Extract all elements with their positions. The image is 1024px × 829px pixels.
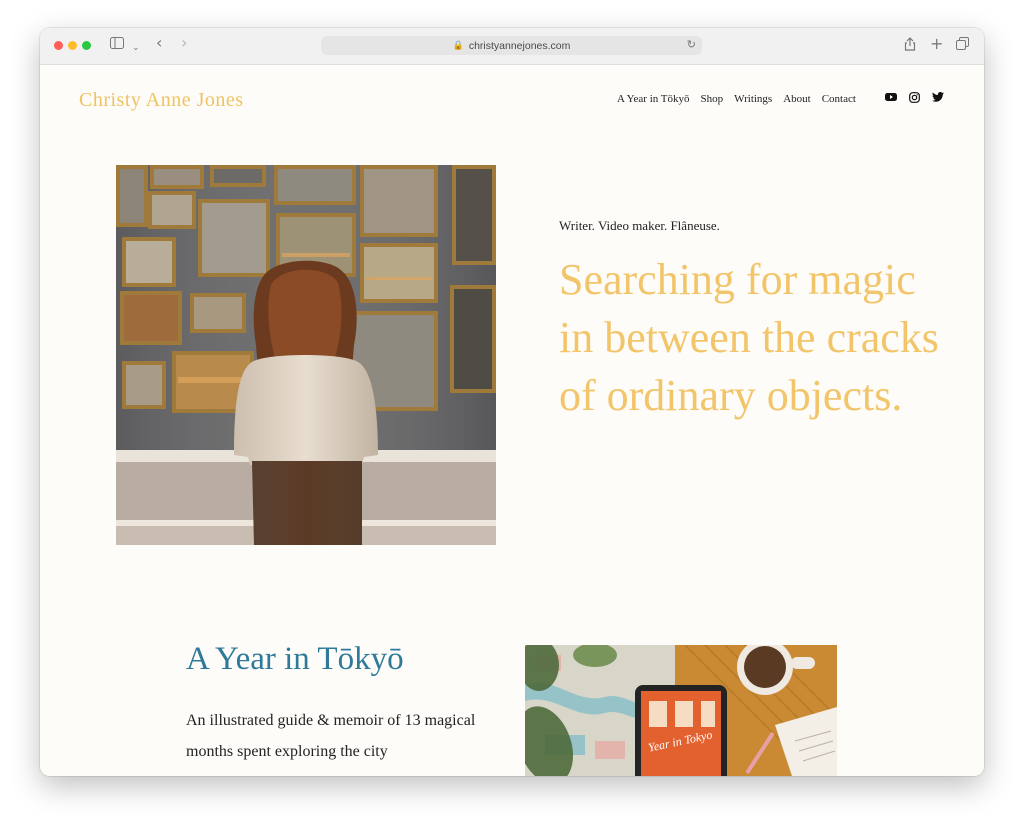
- social-links: [885, 92, 944, 103]
- hero-headline: Searching for magic in between the crack…: [559, 255, 939, 420]
- web-page: Christy Anne Jones A Year in Tōkyō Shop …: [40, 65, 984, 776]
- nav-item-about[interactable]: About: [783, 93, 811, 105]
- sidebar-toggle-icon[interactable]: [110, 37, 124, 55]
- site-logo[interactable]: Christy Anne Jones: [79, 89, 244, 112]
- hero-tagline: Writer. Video maker. Flâneuse.: [559, 218, 720, 233]
- close-window-button[interactable]: [54, 41, 63, 50]
- share-icon[interactable]: [904, 37, 916, 57]
- nav-item-contact[interactable]: Contact: [822, 93, 856, 105]
- lock-icon: 🔒: [452, 40, 464, 51]
- zoom-window-button[interactable]: [82, 41, 91, 50]
- reload-icon[interactable]: ↻: [687, 38, 696, 51]
- forward-icon[interactable]: ›: [181, 34, 187, 52]
- nav-item-shop[interactable]: Shop: [701, 93, 724, 105]
- feature-description: An illustrated guide & memoir of 13 magi…: [186, 712, 476, 760]
- tab-overview-icon[interactable]: [956, 37, 969, 56]
- chevron-down-icon[interactable]: ⌄: [132, 39, 140, 57]
- instagram-icon[interactable]: [909, 92, 920, 103]
- nav-item-year-in-tokyo[interactable]: A Year in Tōkyō: [617, 93, 690, 105]
- new-tab-icon[interactable]: +: [930, 35, 943, 53]
- back-icon[interactable]: ‹: [156, 34, 162, 52]
- feature-title[interactable]: A Year in Tōkyō: [186, 641, 404, 678]
- minimize-window-button[interactable]: [68, 41, 77, 50]
- browser-window: ⌄ ‹ › 🔒 christyannejones.com ↻ + Christy…: [40, 28, 984, 776]
- browser-toolbar: ⌄ ‹ › 🔒 christyannejones.com ↻ +: [40, 28, 984, 65]
- address-bar-url: christyannejones.com: [468, 39, 571, 52]
- address-bar[interactable]: 🔒 christyannejones.com ↻: [321, 36, 702, 55]
- hero-photo: [116, 165, 496, 545]
- youtube-icon[interactable]: [885, 92, 897, 103]
- book-photo[interactable]: Year in Tokyo: [525, 645, 837, 776]
- main-nav: A Year in Tōkyō Shop Writings About Cont…: [617, 93, 856, 105]
- nav-item-writings[interactable]: Writings: [734, 93, 772, 105]
- twitter-icon[interactable]: [932, 92, 944, 103]
